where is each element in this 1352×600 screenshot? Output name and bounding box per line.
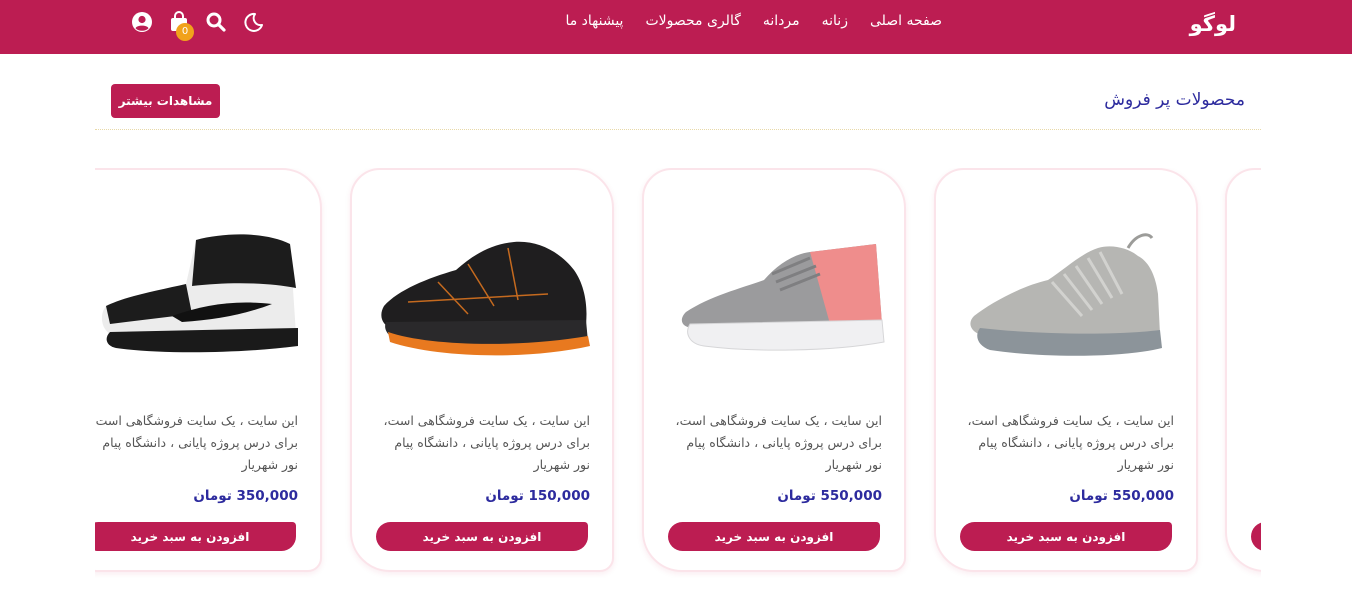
product-price: 550,000 تومان — [777, 488, 882, 504]
product-description: این سایت ، یک سایت فروشگاهی است، برای در… — [675, 413, 882, 472]
product-card[interactable]: این سایت ، یک سایت فروشگاهی است، برای در… — [642, 168, 906, 572]
moon-icon[interactable] — [241, 10, 265, 34]
add-to-cart-button[interactable] — [1251, 522, 1261, 551]
menu-item-offers[interactable]: پیشنهاد ما — [565, 13, 623, 29]
view-more-button[interactable]: مشاهدات بیشتر — [111, 84, 220, 118]
cart-icon[interactable]: 0 — [167, 10, 194, 41]
product-card[interactable]: این سایت ، یک سایت فروشگاهی است، برای در… — [350, 168, 614, 572]
product-description: این سایت ، یک سایت فروشگاهی است، برای در… — [383, 413, 590, 472]
product-carousel: این سایت ، یک سایت فروشگاهی است، برای در… — [95, 168, 1261, 578]
add-to-cart-button[interactable]: افزودن به سبد خرید — [95, 522, 296, 551]
black-orange-sneaker-image[interactable] — [368, 224, 600, 364]
black-white-high-top-image[interactable] — [95, 224, 308, 364]
logo[interactable]: لوگو — [1190, 12, 1236, 36]
product-price: 350,000 تومان — [193, 488, 298, 504]
product-card-partial — [1225, 168, 1261, 572]
menu-item-women[interactable]: زنانه — [822, 13, 848, 29]
user-icon[interactable] — [130, 10, 154, 34]
search-icon[interactable] — [204, 10, 228, 34]
cart-count-badge: 0 — [176, 23, 194, 41]
product-description: این سایت ، یک سایت فروشگاهی است، برای در… — [967, 413, 1174, 472]
add-to-cart-button[interactable]: افزودن به سبد خرید — [960, 522, 1172, 551]
section-title: محصولات پر فروش — [1104, 90, 1245, 110]
main-menu: صفحه اصلی زنانه مردانه گالری محصولات پیش… — [565, 13, 942, 29]
header-icons: 0 — [130, 10, 265, 41]
product-price: 150,000 تومان — [485, 488, 590, 504]
product-description: این سایت ، یک سایت فروشگاهی است، برای در… — [95, 413, 298, 472]
grey-pink-sneaker-image[interactable] — [660, 224, 892, 364]
product-card[interactable]: این سایت ، یک سایت فروشگاهی است، برای در… — [934, 168, 1198, 572]
menu-item-home[interactable]: صفحه اصلی — [870, 13, 942, 29]
product-price: 550,000 تومان — [1069, 488, 1174, 504]
add-to-cart-button[interactable]: افزودن به سبد خرید — [668, 522, 880, 551]
menu-item-men[interactable]: مردانه — [763, 13, 800, 29]
bestsellers-header: محصولات پر فروش مشاهدات بیشتر — [95, 84, 1261, 130]
menu-item-gallery[interactable]: گالری محصولات — [645, 13, 740, 29]
top-navbar: لوگو صفحه اصلی زنانه مردانه گالری محصولا… — [0, 0, 1352, 54]
grey-knit-sneaker-image[interactable] — [952, 224, 1184, 364]
add-to-cart-button[interactable]: افزودن به سبد خرید — [376, 522, 588, 551]
product-card[interactable]: این سایت ، یک سایت فروشگاهی است، برای در… — [95, 168, 322, 572]
